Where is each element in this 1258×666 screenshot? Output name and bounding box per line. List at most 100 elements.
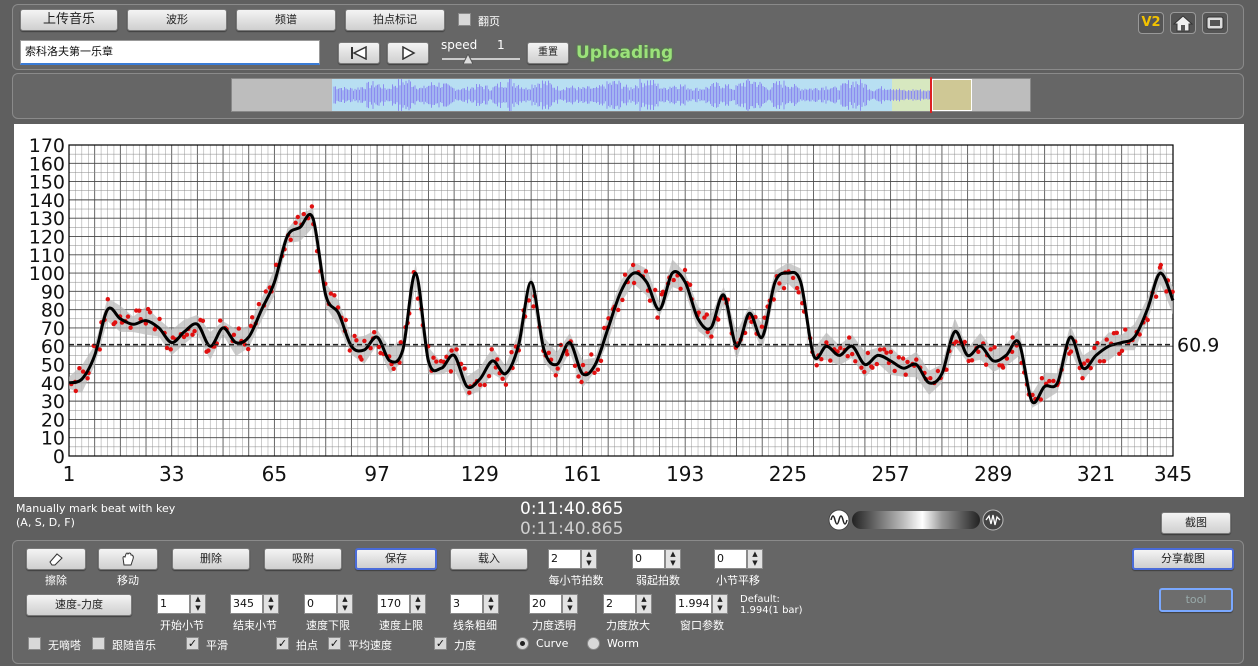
beat-point[interactable] [125, 314, 131, 319]
beat-point[interactable] [147, 310, 153, 315]
beat-point[interactable] [598, 358, 604, 363]
bar-shift-arrows[interactable]: ▲ ▼ [747, 549, 763, 569]
beat-point[interactable] [862, 369, 867, 375]
avg-tempo-checkbox[interactable]: ✓ [328, 637, 341, 650]
beat-point[interactable] [877, 347, 883, 352]
beat-point[interactable] [983, 362, 989, 367]
skip-to-start-button[interactable] [338, 42, 380, 64]
beat-point[interactable] [347, 348, 352, 353]
beat-point[interactable] [935, 368, 941, 374]
beat-point[interactable] [231, 332, 237, 337]
beat-point[interactable] [555, 366, 560, 371]
spectrum-button[interactable]: 频谱 [236, 9, 336, 31]
beat-point[interactable] [184, 332, 190, 337]
beat-point[interactable] [477, 382, 483, 388]
beat-point[interactable] [332, 293, 337, 298]
beat-point[interactable] [500, 376, 505, 381]
erase-button[interactable] [26, 548, 86, 570]
beat-point[interactable] [1123, 327, 1128, 332]
beat-points-checkbox[interactable]: ✓ [276, 637, 289, 650]
beat-point[interactable] [888, 349, 893, 355]
beat-point[interactable] [853, 359, 858, 364]
beat-point[interactable] [1104, 337, 1109, 342]
slider-thumb-icon[interactable] [463, 54, 473, 64]
beat-point[interactable] [992, 345, 997, 350]
beat-point[interactable] [301, 211, 306, 217]
beat-point[interactable] [847, 335, 852, 340]
beat-point[interactable] [859, 365, 864, 370]
beat-point[interactable] [874, 361, 879, 367]
beat-point[interactable] [781, 286, 787, 291]
pickup-arrows[interactable]: ▲ ▼ [665, 549, 681, 569]
beat-point[interactable] [828, 358, 833, 363]
beat-point[interactable] [434, 359, 439, 364]
beat-point[interactable] [352, 333, 357, 339]
line-width-arrows[interactable]: ▲ ▼ [483, 594, 499, 614]
worm-radio[interactable] [587, 637, 600, 650]
beat-point[interactable] [85, 376, 90, 381]
beat-point[interactable] [716, 317, 721, 322]
beat-point[interactable] [77, 366, 82, 371]
beat-point[interactable] [509, 350, 514, 355]
beat-point[interactable] [486, 373, 492, 379]
mode-tempo-dynamics-button[interactable]: 速度-力度 [26, 594, 132, 616]
beat-point[interactable] [576, 374, 581, 379]
beat-point[interactable] [157, 316, 162, 322]
beat-point[interactable] [884, 350, 889, 355]
beat-point[interactable] [113, 320, 118, 325]
beat-point[interactable] [845, 354, 850, 359]
beat-point[interactable] [454, 347, 459, 352]
beat-point[interactable] [905, 359, 910, 365]
tempo-min-arrows[interactable]: ▲ ▼ [337, 594, 353, 614]
song-title-input[interactable]: 索科洛夫第一乐章 [20, 40, 320, 65]
beat-point[interactable] [1101, 359, 1107, 364]
beat-point[interactable] [489, 347, 494, 352]
dyn-scale-arrows[interactable]: ▲ ▼ [636, 594, 652, 614]
beat-point[interactable] [850, 351, 855, 357]
beat-point[interactable] [246, 346, 251, 352]
line-width-value[interactable]: 3 [450, 594, 483, 614]
beat-point[interactable] [137, 308, 142, 313]
beat-point[interactable] [777, 281, 782, 286]
beat-point[interactable] [105, 297, 111, 302]
beat-point[interactable] [1145, 317, 1150, 323]
beat-point[interactable] [1119, 348, 1125, 353]
beat-point[interactable] [796, 290, 801, 295]
dyn-opacity-arrows[interactable]: ▲ ▼ [562, 594, 578, 614]
beat-point[interactable] [192, 328, 197, 334]
line-width-stepper[interactable]: 3 ▲ ▼ [450, 594, 501, 614]
beat-point[interactable] [616, 307, 621, 313]
tempo-min-stepper[interactable]: 0 ▲ ▼ [304, 594, 355, 614]
beat-point[interactable] [572, 363, 578, 368]
beat-point[interactable] [794, 285, 800, 291]
beat-point[interactable] [814, 363, 819, 368]
beat-point[interactable] [467, 390, 472, 395]
beat-point[interactable] [362, 338, 367, 344]
beats-per-bar-arrows[interactable]: ▲ ▼ [581, 549, 597, 569]
beat-point[interactable] [865, 350, 871, 356]
window-arrows[interactable]: ▲ ▼ [712, 594, 728, 614]
version-badge[interactable]: V2 [1138, 12, 1164, 34]
beat-point[interactable] [1092, 345, 1097, 351]
beat-point[interactable] [218, 318, 223, 323]
beat-point[interactable] [449, 348, 454, 353]
beat-point[interactable] [838, 345, 843, 351]
beat-point[interactable] [565, 352, 570, 357]
beat-point[interactable] [643, 269, 649, 274]
beat-point[interactable] [236, 326, 241, 331]
beat-point[interactable] [790, 275, 796, 281]
screenshot-button[interactable]: 截图 [1161, 512, 1231, 534]
beat-point[interactable] [579, 379, 584, 385]
beat-point[interactable] [914, 357, 919, 362]
beat-point[interactable] [1039, 376, 1045, 381]
beat-point[interactable] [462, 366, 467, 371]
beat-point[interactable] [595, 367, 601, 372]
beat-point[interactable] [969, 358, 975, 363]
beat-point[interactable] [647, 298, 653, 303]
beat-point[interactable] [295, 214, 300, 220]
beat-point[interactable] [954, 339, 959, 344]
speed-slider[interactable] [442, 54, 520, 65]
start-bar-value[interactable]: 1 [157, 594, 190, 614]
beat-point[interactable] [448, 369, 454, 374]
beat-point[interactable] [630, 262, 636, 268]
